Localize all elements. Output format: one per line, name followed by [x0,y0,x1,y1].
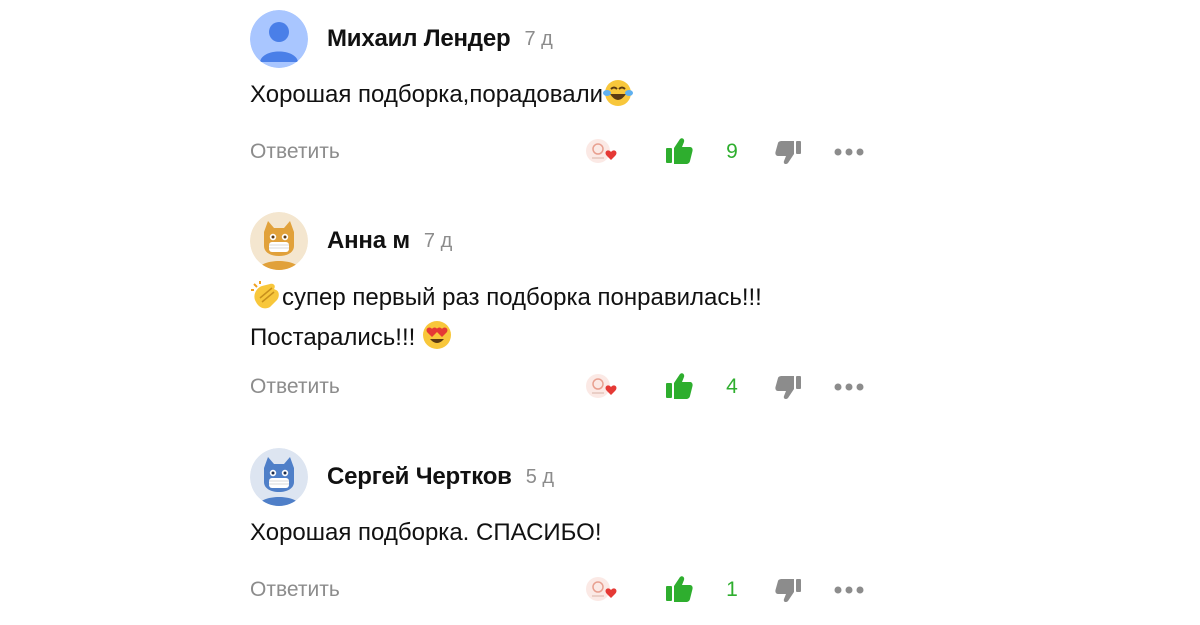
reaction-heart-icon[interactable] [584,373,622,401]
comment-text: Хорошая подборка. СПАСИБО! [250,516,890,550]
comment-text-body: Постарались!!! [250,324,416,351]
thumbs-down-icon[interactable] [774,139,802,167]
comment-text-body: супер первый раз подборка понравилась!!! [282,284,762,311]
tears-of-joy-emoji-icon [602,79,633,117]
comment-time: 5 д [525,465,555,488]
reply-button[interactable]: Ответить [250,375,340,399]
like-count: 4 [726,375,738,398]
more-options-icon[interactable] [834,580,864,600]
comment-text: Хорошая подборка,порадовали [250,78,890,117]
comment-text-line: Постарались!!! [250,320,890,360]
comment-header: Михаил Лендер 7 д [250,10,890,68]
thumbs-up-icon[interactable] [664,574,694,604]
author-name[interactable]: Анна м [327,227,410,255]
comment-time: 7 д [524,27,553,50]
reaction-heart-icon[interactable] [584,576,622,604]
heart-eyes-emoji-icon [422,320,452,360]
comment-header: Анна м 7 д [250,212,890,270]
like-count: 9 [726,140,738,163]
comment-actions: Ответить 4 [250,369,890,405]
comment-text-body: Хорошая подборка. СПАСИБО! [250,519,602,546]
comment-text-line: супер первый раз подборка понравилась!!! [250,280,890,320]
like-count: 1 [726,578,738,601]
comment-time: 7 д [423,229,453,252]
comment-item: Сергей Чертков 5 д Хорошая подборка. СПА… [250,448,890,603]
avatar[interactable] [250,10,308,68]
comment-header: Сергей Чертков 5 д [250,448,890,506]
comment-text-body: Хорошая подборка,порадовали [250,81,603,108]
reply-button[interactable]: Ответить [250,140,340,164]
thumbs-up-icon[interactable] [664,371,694,401]
clapping-hands-emoji-icon [250,280,282,320]
default-user-avatar-icon [250,10,308,68]
comment-text: супер первый раз подборка понравилась!!!… [250,280,890,360]
avatar[interactable] [250,448,308,506]
author-name[interactable]: Сергей Чертков [327,463,512,491]
comment-item: Михаил Лендер 7 д Хорошая подборка,порад… [250,10,890,165]
comment-actions: Ответить 1 [250,572,890,608]
reaction-heart-icon[interactable] [584,138,622,166]
more-options-icon[interactable] [834,377,864,397]
thumbs-down-icon[interactable] [774,577,802,605]
avatar[interactable] [250,212,308,270]
thumbs-down-icon[interactable] [774,374,802,402]
author-name[interactable]: Михаил Лендер [327,25,511,53]
blue-cat-avatar-icon [250,448,308,506]
thumbs-up-icon[interactable] [664,136,694,166]
comment-actions: Ответить 9 [250,134,890,170]
orange-cat-avatar-icon [250,212,308,270]
comment-item: Анна м 7 д супер первый раз подборка пон… [250,212,890,400]
more-options-icon[interactable] [834,142,864,162]
reply-button[interactable]: Ответить [250,578,340,602]
